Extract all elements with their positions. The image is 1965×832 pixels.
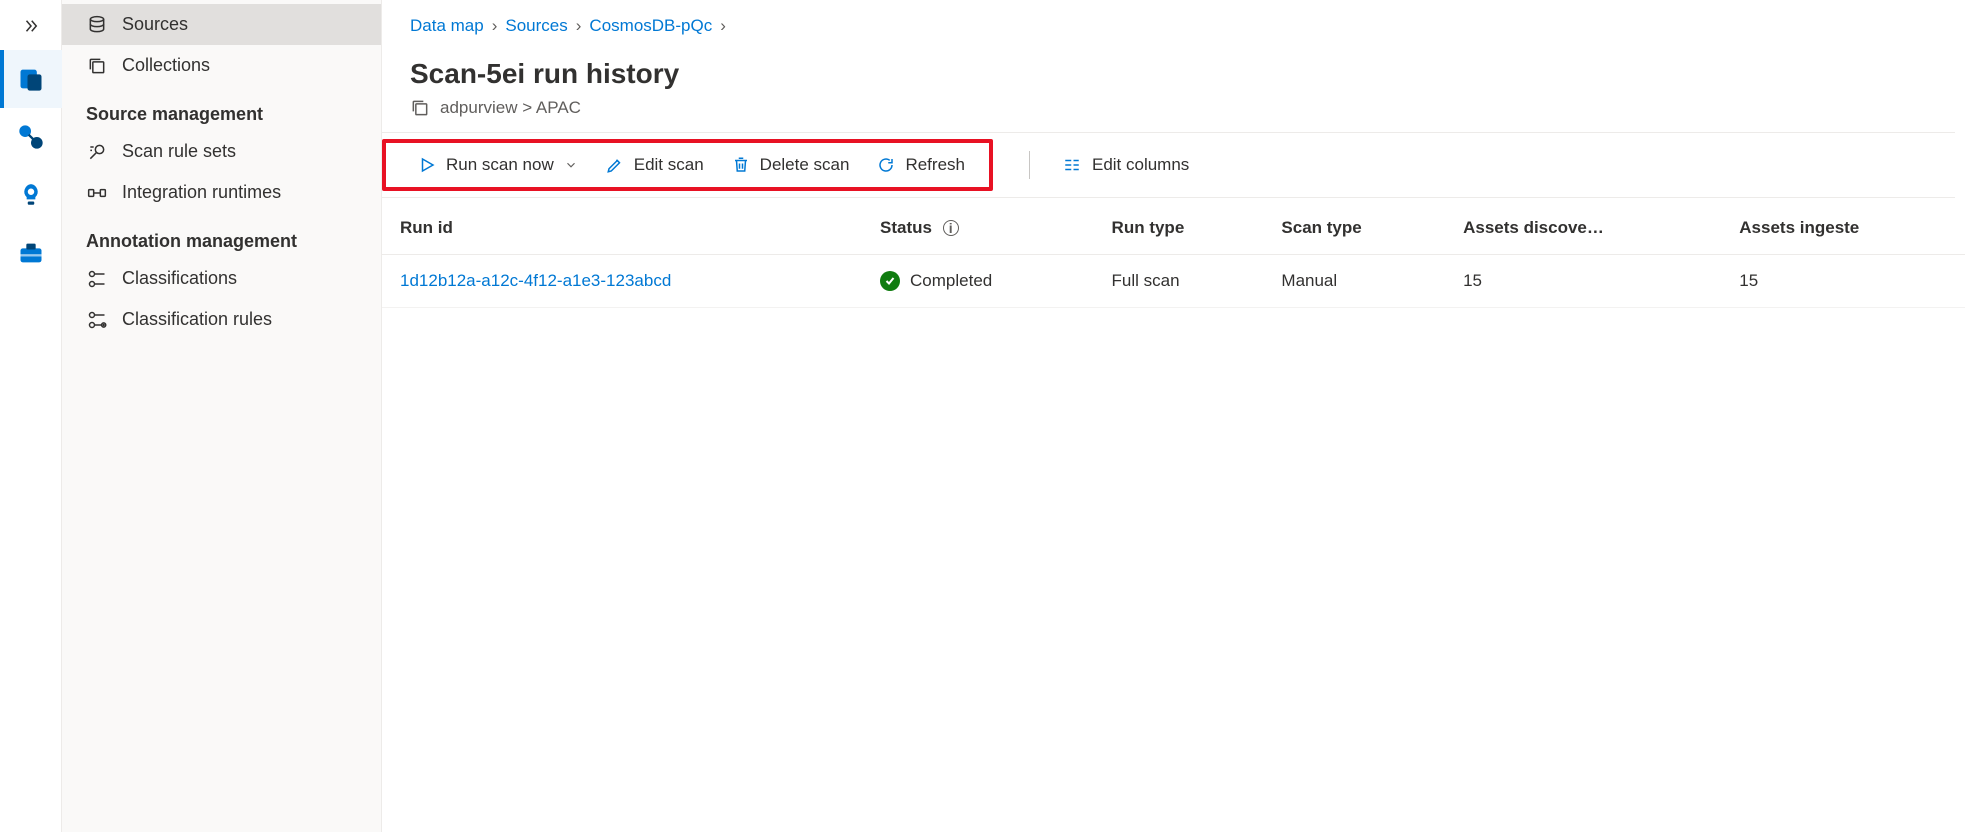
pencil-icon bbox=[606, 156, 624, 174]
cell-run-type: Full scan bbox=[1094, 255, 1264, 308]
nav-item-scan-rule-sets[interactable]: Scan rule sets bbox=[62, 131, 381, 172]
classifications-icon bbox=[86, 269, 108, 289]
breadcrumb-sep: › bbox=[576, 16, 582, 36]
collection-path-text: adpurview > APAC bbox=[440, 98, 581, 118]
chevron-double-right-icon bbox=[22, 17, 40, 35]
scan-rule-icon bbox=[86, 142, 108, 162]
delete-scan-button[interactable]: Delete scan bbox=[718, 147, 864, 183]
rail-icon-data-map[interactable] bbox=[0, 50, 62, 108]
classification-rules-icon bbox=[86, 310, 108, 330]
col-status[interactable]: Status i bbox=[862, 202, 1094, 255]
breadcrumb-link-sources[interactable]: Sources bbox=[505, 16, 567, 36]
cell-status: Completed bbox=[862, 255, 1094, 308]
cell-scan-type: Manual bbox=[1263, 255, 1445, 308]
col-assets-discovered[interactable]: Assets discove… bbox=[1445, 202, 1721, 255]
refresh-label: Refresh bbox=[905, 155, 965, 175]
nav-item-classification-rules[interactable]: Classification rules bbox=[62, 299, 381, 340]
run-scan-now-button[interactable]: Run scan now bbox=[404, 147, 592, 183]
table-row[interactable]: 1d12b12a-a12c-4f12-a1e3-123abcd Complete… bbox=[382, 255, 1965, 308]
nav-label: Collections bbox=[122, 55, 210, 76]
main-content: Data map › Sources › CosmosDB-pQc › Scan… bbox=[382, 0, 1965, 832]
nav-item-collections[interactable]: Collections bbox=[62, 45, 381, 86]
columns-icon bbox=[1062, 156, 1082, 174]
collection-path: adpurview > APAC bbox=[382, 94, 1965, 132]
collection-icon bbox=[410, 98, 430, 118]
run-scan-label: Run scan now bbox=[446, 155, 554, 175]
breadcrumb-link-data-map[interactable]: Data map bbox=[410, 16, 484, 36]
nav-item-integration-runtimes[interactable]: Integration runtimes bbox=[62, 172, 381, 213]
run-history-table: Run id Status i Run type Scan type Asset… bbox=[382, 202, 1965, 308]
breadcrumb-sep: › bbox=[492, 16, 498, 36]
nav-label: Sources bbox=[122, 14, 188, 35]
col-scan-type[interactable]: Scan type bbox=[1263, 202, 1445, 255]
info-icon[interactable]: i bbox=[943, 220, 959, 236]
integration-icon bbox=[86, 183, 108, 203]
col-run-type[interactable]: Run type bbox=[1094, 202, 1264, 255]
nav-label: Scan rule sets bbox=[122, 141, 236, 162]
expand-rail-button[interactable] bbox=[8, 8, 54, 44]
chevron-down-icon bbox=[564, 158, 578, 172]
nav-heading-annotation-mgmt: Annotation management bbox=[62, 213, 381, 258]
collections-icon bbox=[86, 56, 108, 76]
status-text: Completed bbox=[910, 271, 992, 291]
rail-icon-insights[interactable] bbox=[0, 166, 62, 224]
refresh-icon bbox=[877, 156, 895, 174]
play-icon bbox=[418, 156, 436, 174]
rail-icon-glossary[interactable] bbox=[0, 108, 62, 166]
breadcrumb-sep: › bbox=[720, 16, 726, 36]
edit-columns-button[interactable]: Edit columns bbox=[1048, 147, 1203, 183]
toolbar-divider bbox=[1029, 151, 1030, 179]
trash-icon bbox=[732, 156, 750, 174]
toolbox-icon bbox=[17, 239, 45, 267]
nav-item-sources[interactable]: Sources bbox=[62, 4, 381, 45]
lightbulb-icon bbox=[18, 182, 44, 208]
table-header-row: Run id Status i Run type Scan type Asset… bbox=[382, 202, 1965, 255]
map-pins-icon bbox=[17, 123, 45, 151]
cell-run-id[interactable]: 1d12b12a-a12c-4f12-a1e3-123abcd bbox=[382, 255, 862, 308]
cell-assets-ingested: 15 bbox=[1721, 255, 1965, 308]
rail-icon-management[interactable] bbox=[0, 224, 62, 282]
nav-item-classifications[interactable]: Classifications bbox=[62, 258, 381, 299]
breadcrumb: Data map › Sources › CosmosDB-pQc › bbox=[382, 0, 1965, 40]
nav-label: Classification rules bbox=[122, 309, 272, 330]
cell-assets-discovered: 15 bbox=[1445, 255, 1721, 308]
refresh-button[interactable]: Refresh bbox=[863, 147, 979, 183]
edit-columns-label: Edit columns bbox=[1092, 155, 1189, 175]
side-nav: Sources Collections Source management Sc… bbox=[62, 0, 382, 832]
nav-heading-source-mgmt: Source management bbox=[62, 86, 381, 131]
col-run-id[interactable]: Run id bbox=[382, 202, 862, 255]
highlighted-actions: Run scan now Edit scan Delete scan bbox=[382, 139, 993, 191]
breadcrumb-link-source-name[interactable]: CosmosDB-pQc bbox=[589, 16, 712, 36]
icon-rail bbox=[0, 0, 62, 832]
nav-label: Integration runtimes bbox=[122, 182, 281, 203]
database-stack-icon bbox=[17, 65, 45, 93]
status-success-icon bbox=[880, 271, 900, 291]
database-icon bbox=[86, 15, 108, 35]
nav-label: Classifications bbox=[122, 268, 237, 289]
delete-scan-label: Delete scan bbox=[760, 155, 850, 175]
toolbar: Run scan now Edit scan Delete scan bbox=[382, 132, 1955, 198]
app-root: Sources Collections Source management Sc… bbox=[0, 0, 1965, 832]
edit-scan-label: Edit scan bbox=[634, 155, 704, 175]
page-title: Scan-5ei run history bbox=[382, 40, 1965, 94]
edit-scan-button[interactable]: Edit scan bbox=[592, 147, 718, 183]
col-assets-ingested[interactable]: Assets ingeste bbox=[1721, 202, 1965, 255]
